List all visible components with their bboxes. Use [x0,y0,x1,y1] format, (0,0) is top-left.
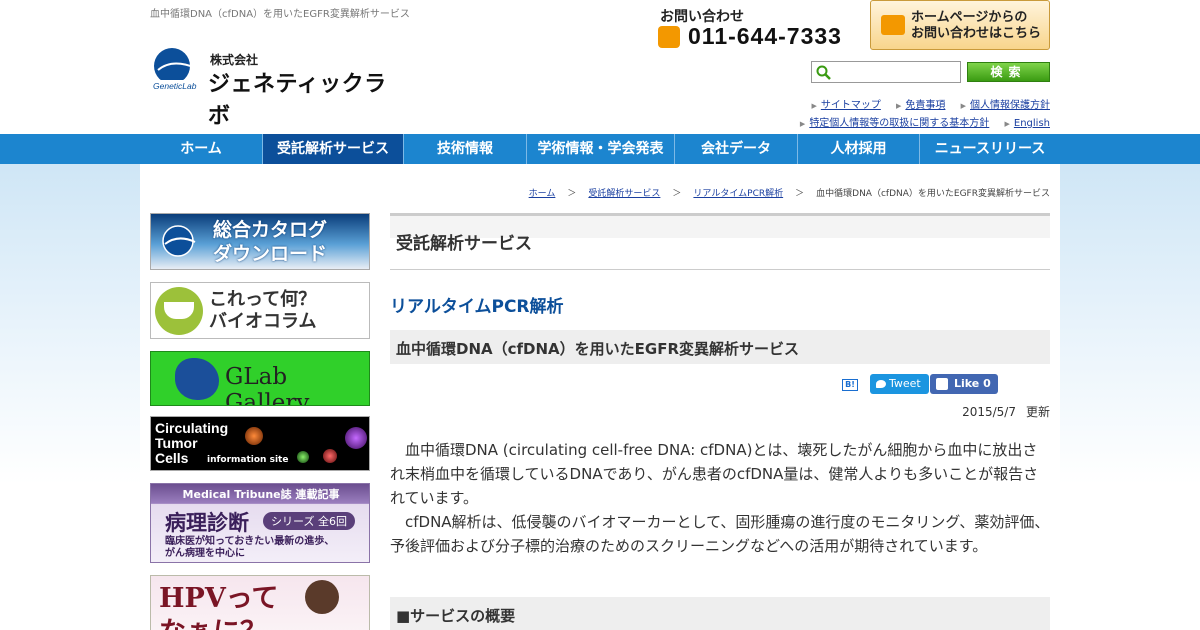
genetic-lab-logo-icon [162,225,196,257]
nav-company-data[interactable]: 会社データ [674,134,797,164]
nav-technical-info[interactable]: 技術情報 [403,134,526,164]
hatena-bookmark-button[interactable]: B! [842,379,858,391]
breadcrumb-home[interactable]: ホーム [529,189,556,199]
search-button[interactable]: 検索 [967,62,1050,82]
contact-form-button[interactable]: ホームページからの お問い合わせはこちら [870,0,1050,50]
pathology-series-header: Medical Tribune誌 連載記事 [182,488,340,501]
woman-illustration-icon [305,580,339,614]
cell-image-icon [245,427,263,445]
nav-news-release[interactable]: ニュースリリース [919,134,1060,164]
ctc-sublabel: information site [207,455,289,465]
tweet-button[interactable]: Tweet [870,374,929,394]
divider [390,269,1050,270]
service-title: 血中循環DNA（cfDNA）を用いたEGFR変異解析サービス [396,340,800,358]
pathology-series-banner[interactable]: Medical Tribune誌 連載記事 病理診断 シリーズ 全6回 臨床医が… [150,483,370,563]
logo-mark-text: GeneticLab [153,81,197,91]
updated-info: 2015/5/7 更新 [962,403,1050,420]
bio-column-label: これって何？ バイオコラム [209,289,317,332]
pathology-series-title: 病理診断 [165,511,249,535]
phone-icon [658,26,680,48]
breadcrumb-separator: ＞ [672,189,682,199]
phone-number[interactable]: 011-644-7333 [688,23,842,50]
hpv-banner[interactable]: HPVって なぁに？ [150,575,370,630]
circulating-tumor-cells-banner[interactable]: Circulating Tumor Cells information site [150,416,370,471]
utility-links-row1: サイトマップ 免責事項 個人情報保護方針 [799,96,1050,111]
personal-number-policy-link[interactable]: 特定個人情報等の取扱に関する基本方針 [800,118,989,129]
bio-column-banner[interactable]: これって何？ バイオコラム [150,282,370,339]
glab-gallery-banner[interactable]: GLab Gallery [150,351,370,406]
updated-label: 更新 [1025,405,1050,419]
disclaimer-link[interactable]: 免責事項 [896,100,945,111]
body-paragraph: cfDNA解析は、低侵襲のバイオマーカーとして、固形腫瘍の進行度のモニタリング、… [390,513,1050,555]
nav-home[interactable]: ホーム [140,134,262,164]
site-tagline: 血中循環DNA（cfDNA）を用いたEGFR変異解析サービス [150,9,410,20]
glab-gallery-label: GLab Gallery [225,364,310,406]
cell-image-icon [345,427,367,449]
catalog-download-banner[interactable]: 総合カタログ ダウンロード [150,213,370,270]
breadcrumb: ホーム ＞ 受託解析サービス ＞ リアルタイムPCR解析 ＞ 血中循環DNA（cfDNA）を… [529,186,1050,199]
pathology-series-badge: シリーズ 全6回 [263,512,355,530]
breadcrumb-separator: ＞ [795,189,805,199]
catalog-download-label: 総合カタログ ダウンロード [213,219,328,265]
nav-recruitment[interactable]: 人材採用 [797,134,919,164]
overview-heading: ■サービスの概要 [396,607,516,625]
english-link[interactable]: English [1005,118,1050,129]
global-nav: ホーム 受託解析サービス 技術情報 学術情報・学会発表 会社データ 人材採用 ニ… [0,134,1200,164]
body-paragraph: 血中循環DNA (circulating cell-free DNA: cfDN… [390,441,1039,507]
search-input[interactable] [811,61,961,83]
utility-links-row2: 特定個人情報等の取扱に関する基本方針 English [788,114,1050,129]
breadcrumb-separator: ＞ [567,189,577,199]
logo-company-name: ジェネティックラボ [208,72,387,129]
sub-title: リアルタイムPCR解析 [390,297,564,317]
hpv-label: HPVって なぁに？ [159,583,279,630]
section-title-bar: 受託解析サービス [390,213,1050,254]
nav-academic-info[interactable]: 学術情報・学会発表 [526,134,674,164]
updated-date: 2015/5/7 [962,405,1016,419]
breadcrumb-contract-analysis[interactable]: 受託解析サービス [588,189,660,199]
overview-heading-bar: ■サービスの概要 [390,597,1050,630]
privacy-policy-link[interactable]: 個人情報保護方針 [961,100,1050,111]
cell-image-icon [297,451,309,463]
body-text: 血中循環DNA (circulating cell-free DNA: cfDN… [390,438,1050,558]
breadcrumb-realtime-pcr[interactable]: リアルタイムPCR解析 [693,189,783,199]
coffee-cup-icon [155,287,203,335]
service-title-bar: 血中循環DNA（cfDNA）を用いたEGFR変異解析サービス [390,330,1050,364]
genetic-lab-logo-icon: GeneticLab [152,48,204,91]
breadcrumb-current: 血中循環DNA（cfDNA）を用いたEGFR変異解析サービス [816,189,1050,199]
contact-form-button-label: ホームページからの お問い合わせはこちら [911,10,1042,41]
mail-icon [881,15,905,35]
section-title: 受託解析サービス [396,234,532,254]
search-icon [816,65,831,80]
sitemap-link[interactable]: サイトマップ [811,100,881,111]
hokkaido-map-icon [175,358,219,400]
cell-image-icon [323,449,337,463]
pathology-series-subtitle: 臨床医が知っておきたい最新の進歩、 がん病理を中心に [165,536,335,559]
nav-contract-analysis[interactable]: 受託解析サービス [262,134,403,164]
company-logo[interactable]: GeneticLab 株式会社 ジェネティックラボ [152,48,397,129]
facebook-like-button[interactable]: Like 0 [930,374,998,394]
